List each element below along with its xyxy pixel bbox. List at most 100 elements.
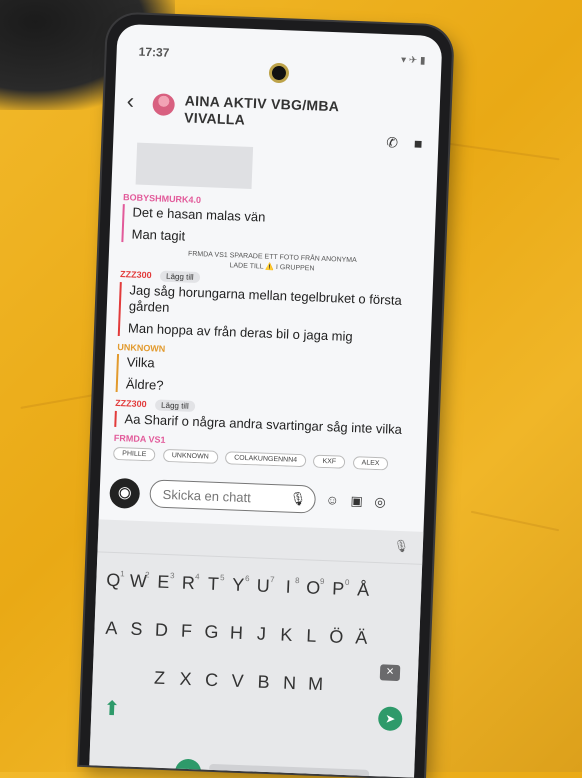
key[interactable]: R4 [177, 566, 200, 599]
key-number-hint: 8 [294, 575, 300, 586]
key[interactable]: F [175, 614, 198, 647]
key-label: F [180, 620, 193, 642]
key-label: D [154, 619, 169, 641]
key[interactable]: L [300, 619, 323, 652]
key-label: H [229, 622, 244, 644]
key[interactable]: A [100, 612, 123, 645]
key-label: Y [231, 574, 245, 596]
message-list: BOBYSHMURK4.0 Det e hasan malas vän Man … [112, 142, 428, 488]
key[interactable]: D [150, 613, 173, 646]
key-label: Z [153, 667, 166, 689]
message-group: Jag såg horungarna mellan tegelbruket o … [117, 282, 423, 348]
group-avatar[interactable] [152, 93, 176, 116]
key-label: N [282, 672, 297, 694]
shift-icon[interactable]: ⬆ [103, 696, 126, 721]
keyboard-emoji-icon[interactable]: ☺ [174, 758, 202, 778]
key-number-hint: 0 [344, 577, 350, 588]
status-time: 17:37 [138, 44, 170, 60]
key[interactable]: Å [352, 573, 375, 606]
key[interactable]: V [226, 664, 249, 697]
key[interactable]: G [200, 615, 223, 648]
key-label: S [130, 618, 143, 640]
key[interactable]: Q1 [102, 564, 125, 597]
mention-chip[interactable]: PHILLE [112, 446, 156, 462]
key-label: J [256, 623, 267, 644]
key-label: B [257, 671, 270, 693]
key-number-hint: 7 [269, 575, 275, 585]
add-friend-pill[interactable]: Lägg till [154, 399, 195, 412]
mention-chip[interactable]: ALEX [352, 456, 389, 471]
key-label: Q [105, 569, 121, 591]
key[interactable]: H [225, 616, 248, 649]
key[interactable]: S [125, 613, 148, 646]
sticker-icon[interactable]: ▣ [350, 493, 363, 508]
key[interactable]: M [304, 667, 327, 700]
key[interactable]: K [275, 618, 298, 651]
key-label: A [105, 617, 118, 639]
phone: 17:37 ▾ ✈ ▮ ‹ AINA AKTIV VBG/MBA VIVALLA… [79, 13, 453, 778]
status-bar: 17:37 [138, 45, 169, 60]
key-label: Ö [328, 626, 344, 647]
mic-icon[interactable]: 🎙 [289, 491, 306, 508]
key-label: R [181, 572, 196, 594]
key-row-2: ASDFGHJKLÖÄ [94, 611, 420, 663]
mention-chip[interactable]: UNKNOWN [162, 448, 218, 464]
key-label: M [307, 673, 324, 695]
key-number-hint: 6 [244, 574, 250, 584]
space-bar[interactable] [208, 763, 370, 778]
keyboard: 🎙 Q1W2E3R4T5Y6U7I8O9P0Å ASDFGHJKLÖÄ ZXCV… [89, 519, 424, 778]
symbols-key[interactable]: ?123 [98, 770, 130, 778]
emoji-icon[interactable]: ☺ [325, 492, 339, 507]
header-actions: ✆ ■ [374, 134, 423, 153]
video-icon[interactable]: ■ [414, 135, 423, 151]
key-number-hint: 5 [219, 573, 225, 583]
phone-icon[interactable]: ✆ [386, 134, 398, 150]
key[interactable]: U7 [252, 569, 275, 602]
send-icon[interactable]: ➤ [377, 706, 403, 732]
keyboard-mic-icon[interactable]: 🎙 [393, 539, 409, 554]
key-row-1: Q1W2E3R4T5Y6U7I8O9P0Å [95, 563, 421, 615]
mention-chip[interactable]: KXF [313, 454, 346, 469]
composer-actions: ☺ ▣ ◎ [325, 492, 394, 511]
key[interactable]: Z [148, 661, 171, 694]
key[interactable]: I8 [277, 570, 300, 603]
key[interactable]: Ä [350, 621, 373, 654]
sender-name: ZZZ300 [114, 397, 147, 410]
key[interactable]: Ö [325, 620, 348, 653]
key-label: K [280, 624, 293, 645]
key-number-hint: 3 [169, 571, 175, 581]
phone-screen: 17:37 ▾ ✈ ▮ ‹ AINA AKTIV VBG/MBA VIVALLA… [89, 23, 443, 778]
key[interactable]: W2 [127, 565, 150, 598]
key-label: Ä [354, 627, 368, 648]
chat-title[interactable]: AINA AKTIV VBG/MBA VIVALLA [184, 92, 355, 133]
key[interactable]: J [250, 617, 273, 650]
wood-grain [470, 510, 560, 532]
chat-header: ‹ AINA AKTIV VBG/MBA VIVALLA ✆ ■ [125, 84, 430, 152]
key[interactable]: B [252, 665, 275, 698]
back-arrow-icon[interactable]: ‹ [126, 88, 134, 114]
key[interactable]: E3 [152, 566, 175, 599]
wood-grain [440, 141, 560, 161]
key[interactable]: T5 [202, 567, 225, 600]
key[interactable]: N [278, 666, 301, 699]
key-row-3: ZXCVBNM [92, 659, 418, 711]
key-label: I [285, 576, 292, 597]
key[interactable]: Y6 [227, 568, 250, 601]
key[interactable]: X [174, 662, 197, 695]
camera-icon[interactable]: ◉ [109, 477, 141, 509]
key-label: O [305, 577, 321, 598]
key-label: V [231, 670, 244, 692]
key[interactable]: P0 [327, 572, 350, 605]
key[interactable]: O9 [302, 571, 325, 604]
key-label: E [156, 571, 170, 593]
location-icon[interactable]: ◎ [374, 494, 386, 509]
key-number-hint: 9 [319, 576, 325, 587]
key-label: L [305, 625, 317, 646]
key-label: T [207, 573, 220, 595]
key-number-hint: 1 [119, 569, 125, 579]
wood-grain [20, 393, 100, 409]
backspace-icon[interactable]: ✕ [379, 664, 401, 682]
key[interactable]: C [200, 663, 223, 696]
add-friend-pill[interactable]: Lägg till [159, 270, 200, 284]
sender-name: ZZZ300 [119, 269, 152, 281]
